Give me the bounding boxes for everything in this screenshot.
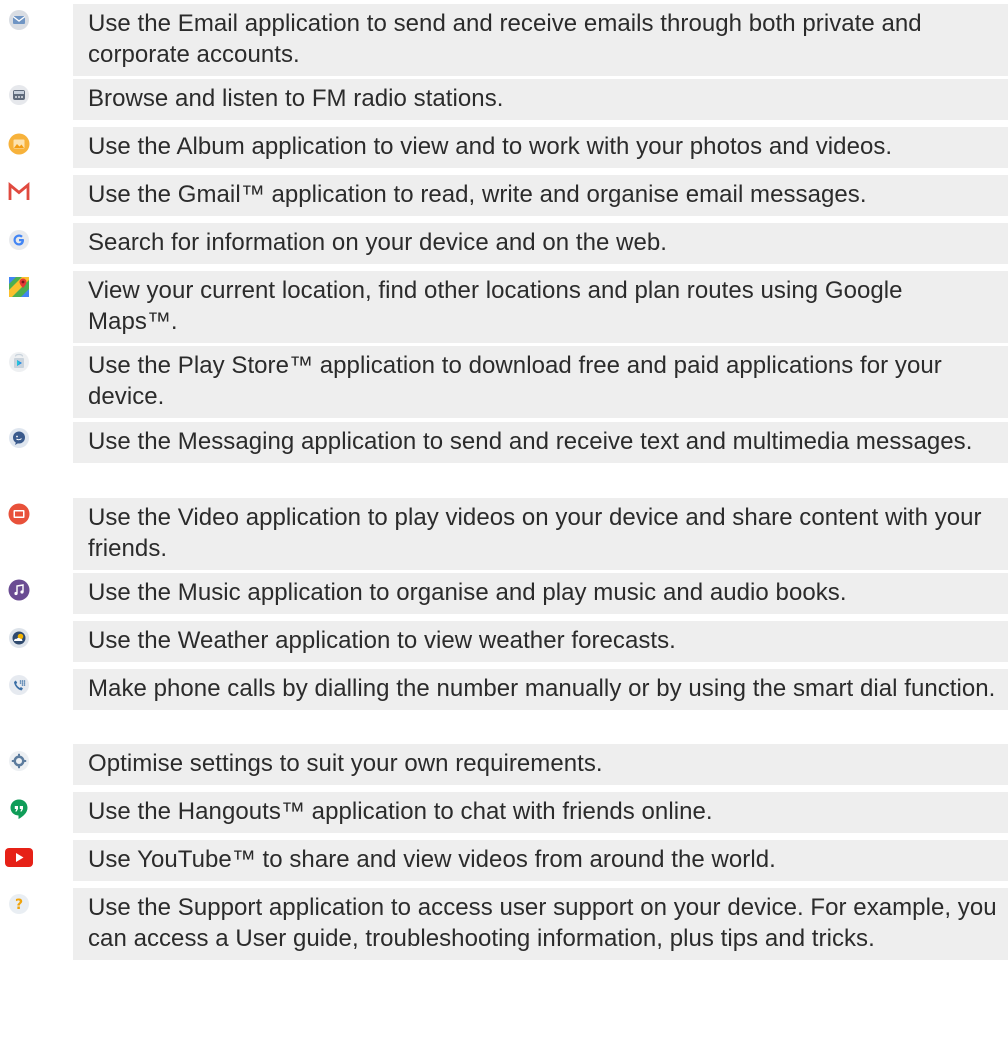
list-item: Use the Gmail™ application to read, writ… <box>0 175 1008 223</box>
list-item: Optimise settings to suit your own requi… <box>0 744 1008 792</box>
list-item-text: Make phone calls by dialling the number … <box>73 669 1008 710</box>
list-item-text: View your current location, find other l… <box>73 271 1008 343</box>
phone-icon <box>8 674 30 696</box>
weather-icon <box>8 627 30 649</box>
list-item-text: Use the Messaging application to send an… <box>73 422 1008 463</box>
google-icon <box>8 229 30 251</box>
list-item-text: Optimise settings to suit your own requi… <box>73 744 1008 785</box>
list-item: ? Use the Support application to access … <box>0 888 1008 992</box>
music-icon <box>8 579 30 601</box>
list-item-text: Use YouTube™ to share and view videos fr… <box>73 840 1008 881</box>
fm-radio-icon <box>8 84 30 106</box>
maps-icon <box>8 276 30 298</box>
list-item: Search for information on your device an… <box>0 223 1008 271</box>
list-item: Use the Email application to send and re… <box>0 4 1008 79</box>
list-item: Browse and listen to FM radio stations. <box>0 79 1008 127</box>
list-item: Use the Video application to play videos… <box>0 498 1008 573</box>
list-item: Use the Weather application to view weat… <box>0 621 1008 669</box>
list-item-text: Use the Gmail™ application to read, writ… <box>73 175 1008 216</box>
settings-icon <box>8 750 30 772</box>
hangouts-icon <box>8 798 30 820</box>
list-item-text: Use the Video application to play videos… <box>73 498 1008 570</box>
list-item-text: Use the Hangouts™ application to chat wi… <box>73 792 1008 833</box>
list-item-text: Use the Email application to send and re… <box>73 4 1008 76</box>
list-item: Use the Music application to organise an… <box>0 573 1008 621</box>
list-item-text: Use the Weather application to view weat… <box>73 621 1008 662</box>
support-icon: ? <box>8 893 30 915</box>
list-item-text: Use the Music application to organise an… <box>73 573 1008 614</box>
list-item: View your current location, find other l… <box>0 271 1008 346</box>
list-item: Use the Play Store™ application to downl… <box>0 346 1008 422</box>
messaging-icon <box>8 427 30 449</box>
list-item: Make phone calls by dialling the number … <box>0 669 1008 744</box>
list-item-text: Use the Play Store™ application to downl… <box>73 346 1008 418</box>
app-list: Use the Email application to send and re… <box>0 4 1008 992</box>
email-icon <box>8 9 30 31</box>
list-item: Use the Messaging application to send an… <box>0 422 1008 498</box>
youtube-icon <box>4 846 34 868</box>
list-item: Use YouTube™ to share and view videos fr… <box>0 840 1008 888</box>
gmail-icon <box>8 181 30 203</box>
list-item-text: Browse and listen to FM radio stations. <box>73 79 1008 120</box>
video-icon <box>8 503 30 525</box>
list-item-text: Use the Support application to access us… <box>73 888 1008 960</box>
list-item: Use the Hangouts™ application to chat wi… <box>0 792 1008 840</box>
play-store-icon <box>8 351 30 373</box>
list-item-text: Use the Album application to view and to… <box>73 127 1008 168</box>
svg-text:?: ? <box>15 897 23 913</box>
list-item: Use the Album application to view and to… <box>0 127 1008 175</box>
album-icon <box>8 133 30 155</box>
list-item-text: Search for information on your device an… <box>73 223 1008 264</box>
